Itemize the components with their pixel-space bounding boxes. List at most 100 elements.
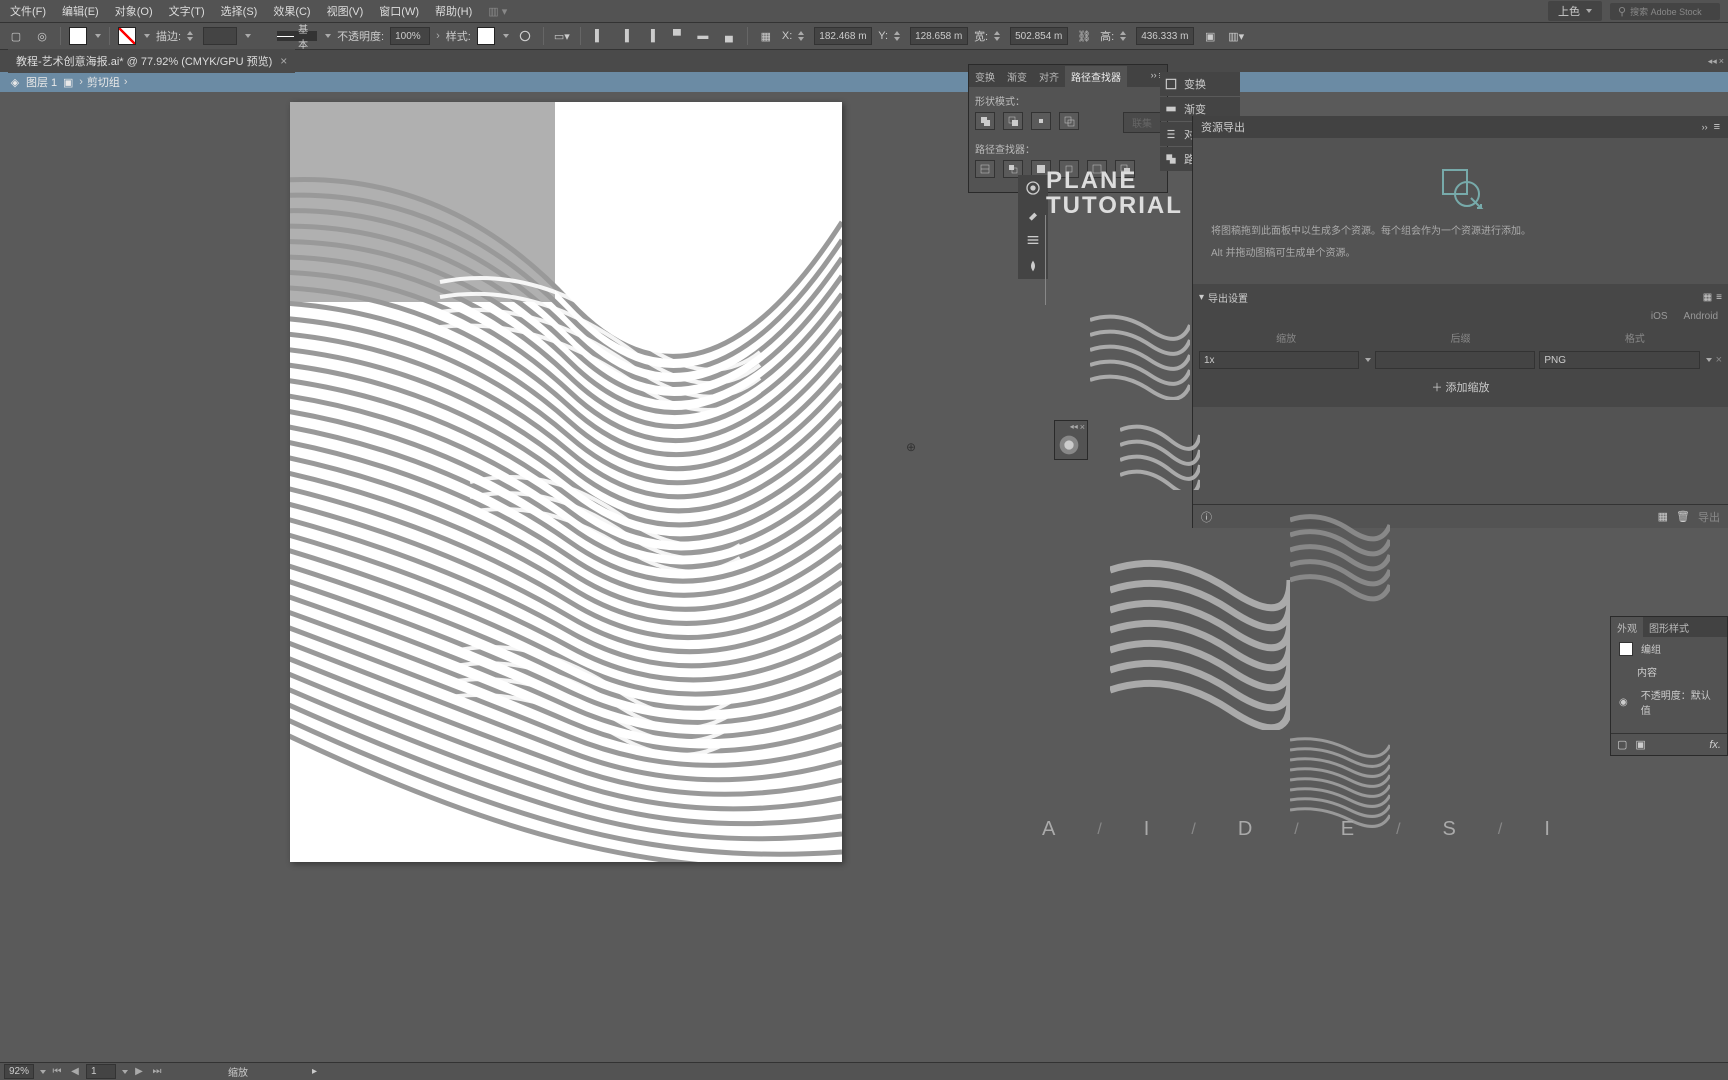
menu-select[interactable]: 选择(S) [215, 1, 264, 21]
close-icon[interactable]: × [1719, 56, 1724, 68]
workspace-switcher-icon[interactable]: ▥ ▾ [488, 5, 507, 18]
grid-icon[interactable]: ▦ [1703, 292, 1712, 303]
divide-icon[interactable] [975, 160, 995, 178]
control-bar: ▢ ◎ 描边: 基本 不透明度: 100% › 样式: ▭▾ ▌ ▐ ▐ ▀ ▬… [0, 22, 1728, 50]
tab-align[interactable]: 对齐 [1033, 66, 1065, 87]
align-vcenter-icon[interactable]: ▬ [693, 26, 713, 46]
stroke-weight-field[interactable] [203, 27, 237, 45]
pathfinders-label: 路径查找器： [975, 141, 1161, 156]
asset-hint-1: 将图稿拖到此面板中以生成多个资源。每个组会作为一个资源进行添加。 [1207, 224, 1714, 240]
opacity-label: 不透明度: [337, 28, 384, 44]
next-artboard-icon[interactable]: ▶ [132, 1065, 146, 1079]
tab-appearance[interactable]: 外观 [1611, 617, 1643, 637]
fx-icon[interactable]: fx. [1709, 739, 1721, 751]
list-icon[interactable]: ≡ [1716, 292, 1722, 303]
menu-help[interactable]: 帮助(H) [429, 1, 478, 21]
tab-graphic-styles[interactable]: 图形样式 [1643, 617, 1695, 637]
tab-pathfinder[interactable]: 路径查找器 [1065, 66, 1127, 87]
align-top-icon[interactable]: ▀ [667, 26, 687, 46]
artboard-number-field[interactable]: 1 [86, 1064, 116, 1079]
stroke-weight-stepper[interactable] [187, 28, 197, 44]
y-field[interactable]: 128.658 m [910, 27, 968, 45]
disclosure-icon[interactable]: ▾ [1199, 292, 1204, 303]
last-artboard-icon[interactable]: ⏭ [150, 1065, 164, 1079]
x-label: X: [782, 30, 792, 42]
asset-export-title: 资源导出 [1201, 119, 1245, 135]
fill-swatch[interactable] [69, 27, 87, 45]
menu-effect[interactable]: 效果(C) [267, 1, 316, 21]
menu-type[interactable]: 文字(T) [163, 1, 211, 21]
collapse-icon[interactable]: ›› [1151, 70, 1157, 82]
cc-libraries-icon[interactable] [1018, 175, 1048, 201]
expand-button[interactable]: 联集 [1123, 112, 1161, 133]
brushes-icon[interactable] [1018, 201, 1048, 227]
letter-row: A/ I/ D/ E/ S/ I [1042, 818, 1552, 841]
h-field[interactable]: 436.333 m [1136, 27, 1194, 45]
transform-icon[interactable]: ▦ [756, 26, 776, 46]
recolor-icon[interactable] [515, 26, 535, 46]
panel-tab-transform[interactable]: 变换 [1160, 72, 1240, 96]
document-tab[interactable]: 教程-艺术创意海报.ai* @ 77.92% (CMYK/GPU 预览) × [8, 49, 295, 73]
shape-modes-label: 形状模式： [975, 93, 1161, 108]
collapse-icon[interactable]: ›› [1702, 122, 1708, 132]
visibility-icon[interactable]: ◉ [1619, 697, 1633, 708]
status-bar: 92% ⏮ ◀ 1 ▶ ⏭ 缩放 ▸ [0, 1062, 1728, 1080]
new-stroke-icon[interactable]: ▢ [1617, 738, 1627, 751]
shape-props-icon[interactable]: ▣ [1200, 26, 1220, 46]
document-tabs: 教程-艺术创意海报.ai* @ 77.92% (CMYK/GPU 预览) × [0, 50, 1728, 72]
zoom-field[interactable]: 92% [4, 1064, 34, 1079]
color-themes-icon[interactable] [1055, 433, 1083, 457]
menu-edit[interactable]: 编辑(E) [56, 1, 105, 21]
menu-window[interactable]: 窗口(W) [373, 1, 425, 21]
panel-menu-icon[interactable]: ≡ [1714, 121, 1720, 133]
align-right-icon[interactable]: ▐ [641, 26, 661, 46]
prev-artboard-icon[interactable]: ◀ [68, 1065, 82, 1079]
breadcrumb-layer[interactable]: 图层 1 [26, 74, 57, 90]
opacity-field[interactable]: 100% [390, 27, 430, 45]
status-flyout-icon[interactable]: ▸ [312, 1066, 317, 1077]
constrain-icon[interactable]: ⛓ [1074, 26, 1094, 46]
stock-search-input[interactable]: ⚲搜索 Adobe Stock [1610, 3, 1720, 20]
collapse-icon[interactable]: ◂◂ [1708, 56, 1717, 68]
artboard[interactable] [290, 102, 842, 862]
graphic-style-swatch[interactable] [477, 27, 495, 45]
tab-gradient[interactable]: 渐变 [1001, 66, 1033, 87]
isolate-icon[interactable]: ▥▾ [1226, 26, 1246, 46]
new-fill-icon[interactable]: ▣ [1635, 738, 1645, 751]
tab-transform[interactable]: 变换 [969, 66, 1001, 87]
align-hcenter-icon[interactable]: ▐ [615, 26, 635, 46]
align-bottom-icon[interactable]: ▄ [719, 26, 739, 46]
properties-icon[interactable] [1018, 227, 1048, 253]
breadcrumb-clip[interactable]: 剪切组 [87, 74, 120, 90]
asset-drop-zone-icon[interactable] [1437, 164, 1485, 212]
close-tab-icon[interactable]: × [280, 54, 287, 68]
menu-object[interactable]: 对象(O) [109, 1, 159, 21]
x-field[interactable]: 182.468 m [814, 27, 872, 45]
stroke-swatch[interactable] [118, 27, 136, 45]
exclude-icon[interactable] [1059, 112, 1079, 130]
stroke-profile[interactable]: 基本 [277, 31, 317, 41]
appearance-opacity[interactable]: 不透明度：默认值 [1641, 687, 1719, 717]
h-stepper[interactable] [1120, 28, 1130, 44]
targeting-icon[interactable]: ◎ [32, 26, 52, 46]
align-flyout-icon[interactable]: ▭▾ [552, 26, 572, 46]
first-artboard-icon[interactable]: ⏮ [50, 1065, 64, 1079]
target-icon[interactable]: ▣ [61, 75, 75, 89]
w-stepper[interactable] [994, 28, 1004, 44]
appearance-swatch[interactable] [1619, 642, 1633, 656]
layers-icon[interactable]: ◈ [8, 75, 22, 89]
w-field[interactable]: 502.854 m [1010, 27, 1068, 45]
minus-front-icon[interactable] [1003, 112, 1023, 130]
menu-view[interactable]: 视图(V) [321, 1, 370, 21]
unite-icon[interactable] [975, 112, 995, 130]
menu-file[interactable]: 文件(F) [4, 1, 52, 21]
intersect-icon[interactable] [1031, 112, 1051, 130]
no-selection-icon[interactable]: ▢ [6, 26, 26, 46]
color-mode-dropdown[interactable]: 上色 [1548, 1, 1602, 21]
symbols-icon[interactable] [1018, 253, 1048, 279]
x-stepper[interactable] [798, 28, 808, 44]
y-stepper[interactable] [894, 28, 904, 44]
opacity-flyout-icon[interactable]: › [436, 30, 440, 42]
align-left-icon[interactable]: ▌ [589, 26, 609, 46]
export-settings-label: 导出设置 [1208, 290, 1248, 305]
